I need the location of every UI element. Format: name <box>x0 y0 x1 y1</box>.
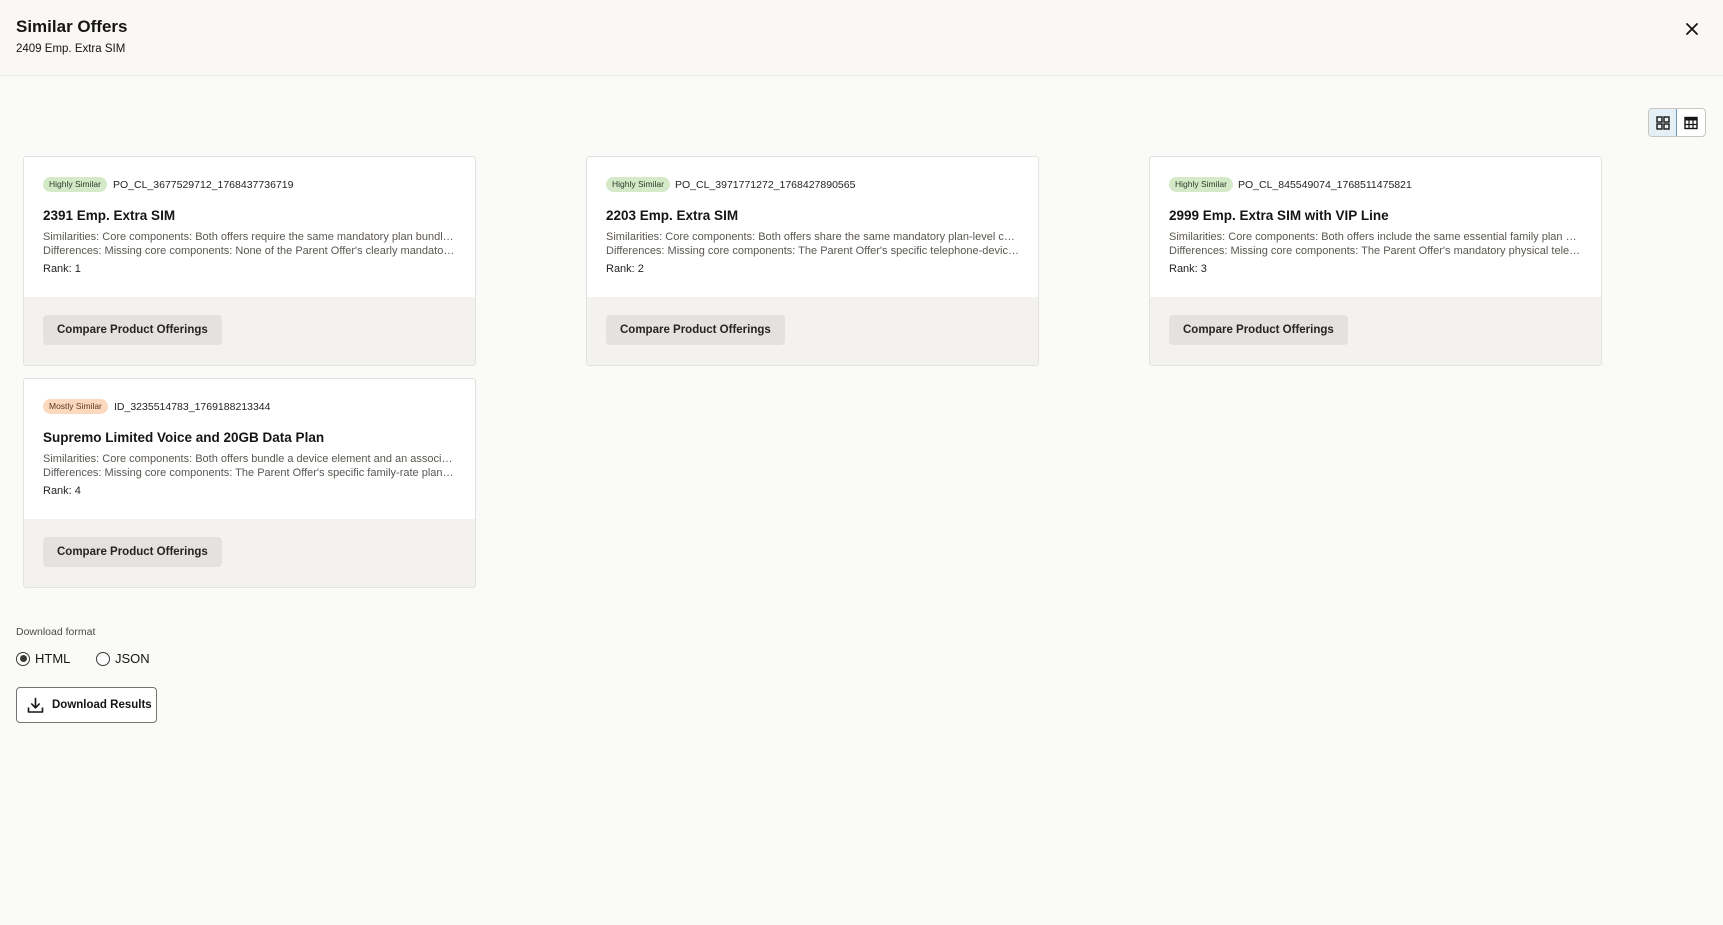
download-results-label: Download Results <box>52 699 152 711</box>
similarities-text: Similarities: Core components: Both offe… <box>1169 231 1582 243</box>
offer-card: Mostly Similar ID_3235514783_17691882133… <box>23 378 476 588</box>
download-results-button[interactable]: Download Results <box>16 687 157 723</box>
offer-id: ID_3235514783_1769188213344 <box>114 401 271 413</box>
close-button[interactable] <box>1679 16 1705 42</box>
table-view-button[interactable] <box>1677 109 1705 136</box>
similarities-text: Similarities: Core components: Both offe… <box>43 453 456 465</box>
offer-rank: Rank: 1 <box>43 263 81 275</box>
offer-card: Highly Similar PO_CL_3677529712_17684377… <box>23 156 476 366</box>
table-view-icon <box>1684 116 1698 129</box>
similarities-text: Similarities: Core components: Both offe… <box>606 231 1019 243</box>
offer-card: Highly Similar PO_CL_3971771272_17684278… <box>586 156 1039 366</box>
offer-id: PO_CL_845549074_1768511475821 <box>1238 179 1412 191</box>
grid-view-icon <box>1655 115 1670 130</box>
compare-product-offerings-button[interactable]: Compare Product Offerings <box>606 315 785 345</box>
page-title: Similar Offers <box>16 17 128 36</box>
radio-html[interactable] <box>16 651 30 666</box>
differences-text: Differences: Missing core components: Th… <box>43 467 456 479</box>
similarity-badge: Highly Similar <box>606 177 670 192</box>
radio-option-json[interactable]: JSON <box>96 651 150 666</box>
radio-option-html[interactable]: HTML <box>16 651 70 666</box>
offer-title: 2999 Emp. Extra SIM with VIP Line <box>1169 208 1389 223</box>
offer-title: 2391 Emp. Extra SIM <box>43 208 176 223</box>
similarity-badge: Mostly Similar <box>43 399 108 414</box>
dialog-header: Similar Offers 2409 Emp. Extra SIM <box>0 0 1723 76</box>
download-format-label: Download format <box>16 626 96 638</box>
similarity-badge: Highly Similar <box>1169 177 1233 192</box>
radio-label-html: HTML <box>35 651 71 666</box>
compare-product-offerings-button[interactable]: Compare Product Offerings <box>43 537 222 567</box>
offer-rank: Rank: 4 <box>43 485 81 497</box>
offer-rank: Rank: 2 <box>606 263 644 275</box>
offer-id: PO_CL_3677529712_1768437736719 <box>113 179 294 191</box>
page-subtitle: 2409 Emp. Extra SIM <box>16 43 126 55</box>
close-icon <box>1686 23 1698 35</box>
offer-title: Supremo Limited Voice and 20GB Data Plan <box>43 430 325 445</box>
view-toggle <box>1648 108 1706 137</box>
radio-json[interactable] <box>96 651 110 666</box>
similarity-badge: Highly Similar <box>43 177 107 192</box>
offer-card: Highly Similar PO_CL_845549074_176851147… <box>1149 156 1602 366</box>
offer-title: 2203 Emp. Extra SIM <box>606 208 739 223</box>
similarities-text: Similarities: Core components: Both offe… <box>43 231 456 243</box>
differences-text: Differences: Missing core components: No… <box>43 245 456 257</box>
compare-product-offerings-button[interactable]: Compare Product Offerings <box>43 315 222 345</box>
offer-id: PO_CL_3971771272_1768427890565 <box>675 179 856 191</box>
radio-label-json: JSON <box>115 651 150 666</box>
differences-text: Differences: Missing core components: Th… <box>606 245 1019 257</box>
grid-view-button[interactable] <box>1649 109 1677 136</box>
differences-text: Differences: Missing core components: Th… <box>1169 245 1582 257</box>
compare-product-offerings-button[interactable]: Compare Product Offerings <box>1169 315 1348 345</box>
download-icon <box>27 697 44 713</box>
offer-rank: Rank: 3 <box>1169 263 1207 275</box>
